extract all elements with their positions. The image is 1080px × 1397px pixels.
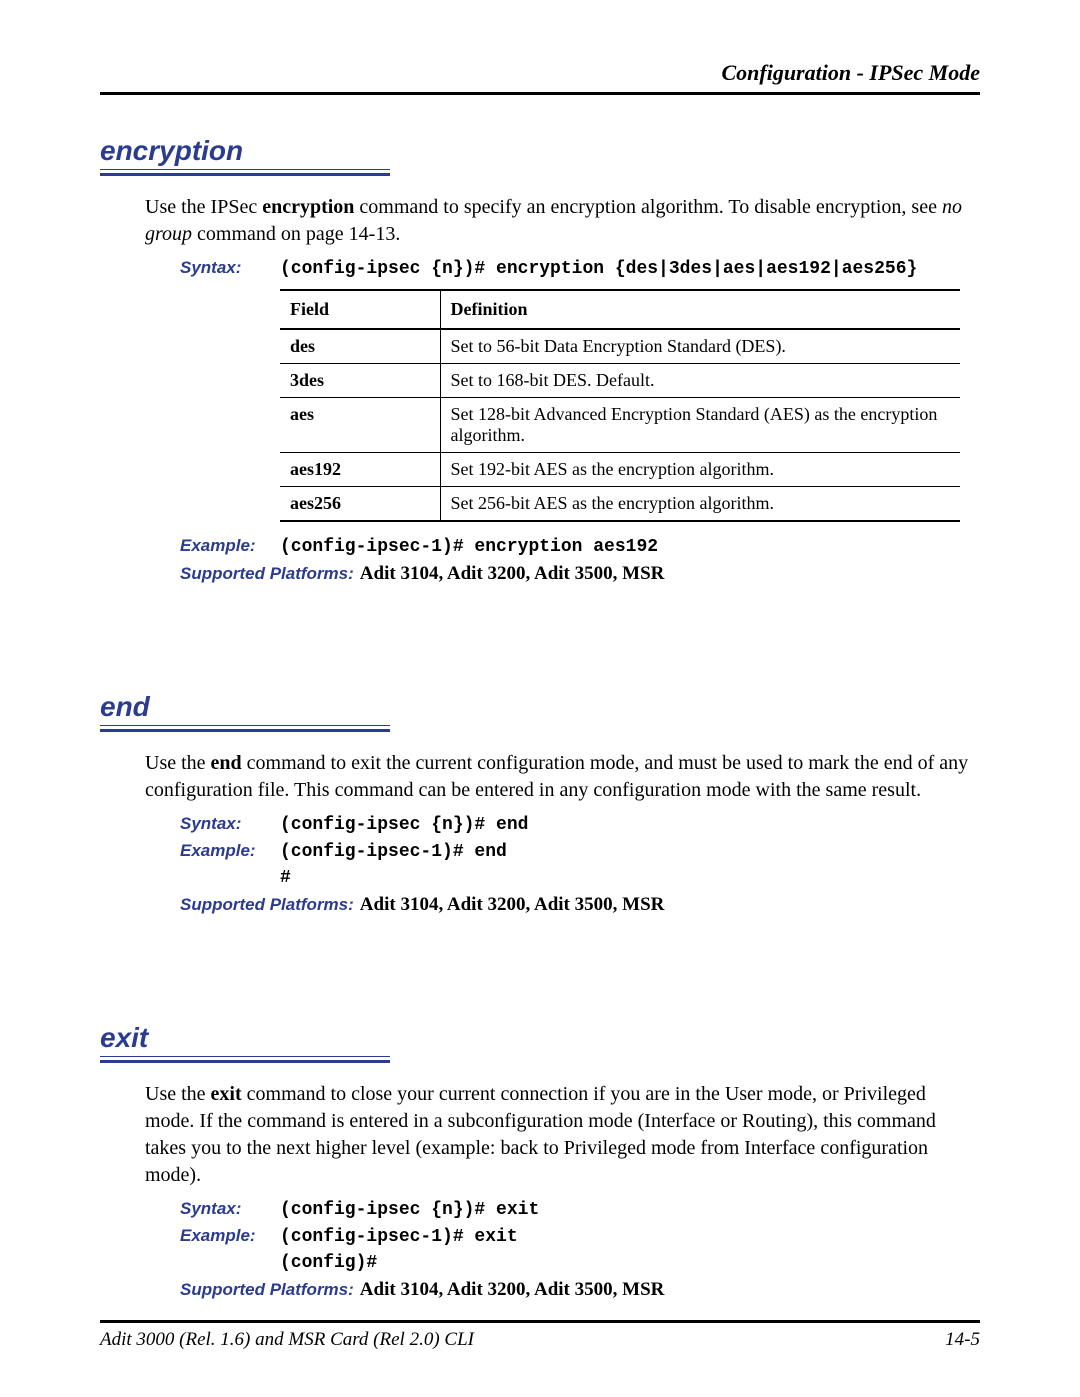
syntax-value: (config-ipsec {n})# end: [280, 815, 528, 835]
table-cell-field: aes192: [280, 453, 440, 487]
text: command to close your current connection…: [145, 1083, 936, 1186]
table-header-row: Field Definition: [280, 290, 960, 329]
header-rule: [100, 92, 980, 95]
example-row-2: (config)#: [180, 1253, 980, 1273]
example-value-2: #: [280, 868, 291, 888]
example-row: Example: (config-ipsec-1)# end: [180, 841, 980, 862]
platforms-row: Supported Platforms: Adit 3104, Adit 320…: [180, 894, 980, 916]
footer-left: Adit 3000 (Rel. 1.6) and MSR Card (Rel 2…: [100, 1329, 474, 1351]
example-value: (config-ipsec-1)# exit: [280, 1227, 518, 1247]
example-value-2: (config)#: [280, 1253, 377, 1273]
table-row: des Set to 56-bit Data Encryption Standa…: [280, 329, 960, 364]
table-cell-def: Set 256-bit AES as the encryption algori…: [440, 487, 960, 522]
encryption-syntax-block: Syntax: (config-ipsec {n})# encryption {…: [180, 258, 980, 279]
table-cell-field: des: [280, 329, 440, 364]
encryption-example-block: Example: (config-ipsec-1)# encryption ae…: [180, 536, 980, 585]
command-name: encryption: [262, 196, 354, 218]
exit-intro: Use the exit command to close your curre…: [145, 1081, 980, 1189]
table-row: aes256 Set 256-bit AES as the encryption…: [280, 487, 960, 522]
platforms-value: Adit 3104, Adit 3200, Adit 3500, MSR: [360, 1279, 665, 1301]
table-cell-field: aes256: [280, 487, 440, 522]
table-cell-field: aes: [280, 398, 440, 453]
example-value: (config-ipsec-1)# end: [280, 842, 507, 862]
syntax-value: (config-ipsec {n})# encryption {des|3des…: [280, 259, 917, 279]
syntax-label: Syntax:: [180, 258, 280, 278]
text: Use the: [145, 752, 211, 774]
page-footer: Adit 3000 (Rel. 1.6) and MSR Card (Rel 2…: [100, 1320, 980, 1351]
example-row: Example: (config-ipsec-1)# encryption ae…: [180, 536, 980, 557]
end-kv-block: Syntax: (config-ipsec {n})# end Example:…: [180, 814, 980, 916]
command-name: end: [211, 752, 242, 774]
platforms-value: Adit 3104, Adit 3200, Adit 3500, MSR: [360, 563, 665, 585]
platforms-label: Supported Platforms:: [180, 895, 354, 915]
table-header-field: Field: [280, 290, 440, 329]
section-title-end: end: [100, 691, 980, 723]
example-row-2: #: [180, 868, 980, 888]
table-row: aes Set 128-bit Advanced Encryption Stan…: [280, 398, 960, 453]
table-cell-def: Set to 56-bit Data Encryption Standard (…: [440, 329, 960, 364]
table-row: 3des Set to 168-bit DES. Default.: [280, 364, 960, 398]
platforms-label: Supported Platforms:: [180, 564, 354, 584]
text: command to specify an encryption algorit…: [354, 196, 942, 218]
syntax-value: (config-ipsec {n})# exit: [280, 1200, 539, 1220]
example-value: (config-ipsec-1)# encryption aes192: [280, 537, 658, 557]
end-intro: Use the end command to exit the current …: [145, 750, 980, 804]
encryption-table-wrap: Field Definition des Set to 56-bit Data …: [280, 289, 980, 522]
table-cell-def: Set to 168-bit DES. Default.: [440, 364, 960, 398]
footer-rule: [100, 1320, 980, 1323]
table-cell-def: Set 192-bit AES as the encryption algori…: [440, 453, 960, 487]
command-name: exit: [211, 1083, 242, 1105]
table-header-definition: Definition: [440, 290, 960, 329]
example-label: Example:: [180, 841, 280, 861]
section-title-encryption: encryption: [100, 135, 980, 167]
title-rule: [100, 725, 980, 732]
text: Use the: [145, 1083, 211, 1105]
table-cell-def: Set 128-bit Advanced Encryption Standard…: [440, 398, 960, 453]
text: command to exit the current configuratio…: [145, 752, 968, 801]
platforms-row: Supported Platforms: Adit 3104, Adit 320…: [180, 563, 980, 585]
encryption-intro: Use the IPSec encryption command to spec…: [145, 194, 980, 248]
example-label: Example:: [180, 1226, 280, 1246]
footer-right: 14-5: [945, 1329, 980, 1351]
example-label: Example:: [180, 536, 280, 556]
running-header: Configuration - IPSec Mode: [100, 60, 980, 86]
syntax-label: Syntax:: [180, 1199, 280, 1219]
table-cell-field: 3des: [280, 364, 440, 398]
title-rule: [100, 169, 980, 176]
encryption-table: Field Definition des Set to 56-bit Data …: [280, 289, 960, 522]
section-title-exit: exit: [100, 1022, 980, 1054]
table-row: aes192 Set 192-bit AES as the encryption…: [280, 453, 960, 487]
text: command on page 14-13.: [192, 223, 400, 245]
platforms-value: Adit 3104, Adit 3200, Adit 3500, MSR: [360, 894, 665, 916]
platforms-label: Supported Platforms:: [180, 1280, 354, 1300]
syntax-label: Syntax:: [180, 814, 280, 834]
example-row: Example: (config-ipsec-1)# exit: [180, 1226, 980, 1247]
syntax-row: Syntax: (config-ipsec {n})# exit: [180, 1199, 980, 1220]
syntax-row: Syntax: (config-ipsec {n})# end: [180, 814, 980, 835]
page-container: { "header": { "running": "Configuration …: [0, 0, 1080, 1397]
text: Use the IPSec: [145, 196, 262, 218]
footer-row: Adit 3000 (Rel. 1.6) and MSR Card (Rel 2…: [100, 1329, 980, 1351]
platforms-row: Supported Platforms: Adit 3104, Adit 320…: [180, 1279, 980, 1301]
exit-kv-block: Syntax: (config-ipsec {n})# exit Example…: [180, 1199, 980, 1301]
syntax-row: Syntax: (config-ipsec {n})# encryption {…: [180, 258, 980, 279]
title-rule: [100, 1056, 980, 1063]
